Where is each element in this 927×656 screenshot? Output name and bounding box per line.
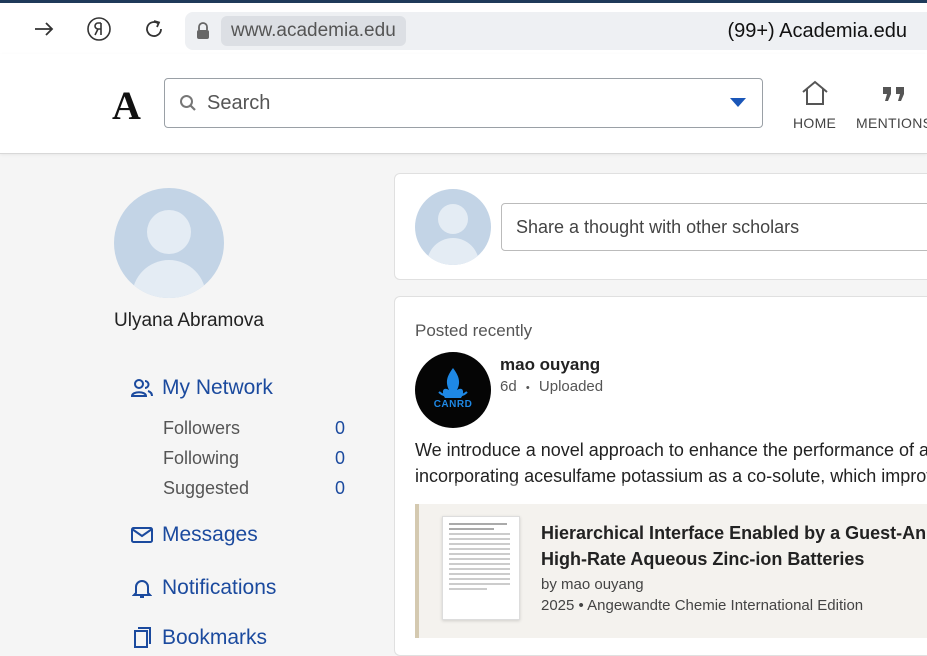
paper-attachment[interactable]: Hierarchical Interface Enabled by a Gues… — [415, 504, 927, 638]
back-arrow-icon[interactable] — [30, 15, 58, 43]
nav-home[interactable]: HOME — [793, 80, 836, 131]
site-header: A HOME MENTIONS — [0, 54, 927, 154]
post-author[interactable]: mao ouyang — [500, 355, 600, 375]
bookmark-icon — [130, 626, 154, 650]
sidebar-item-notifications[interactable]: Notifications — [130, 576, 276, 600]
address-bar[interactable]: www.academia.edu (99+) Academia.edu — [185, 12, 927, 50]
yandex-icon[interactable] — [85, 15, 113, 43]
chevron-down-icon[interactable] — [730, 98, 746, 107]
academia-logo[interactable]: A — [112, 82, 141, 129]
sidebar-item-label: Bookmarks — [162, 626, 268, 649]
post-meta: 6d • Uploaded — [500, 378, 604, 395]
paper-thumbnail[interactable] — [442, 516, 520, 620]
avatar[interactable] — [114, 188, 224, 298]
envelope-icon — [130, 523, 154, 547]
sidebar-item-label: Notifications — [162, 576, 277, 599]
url-text[interactable]: www.academia.edu — [221, 16, 406, 46]
paper-title[interactable]: Hierarchical Interface Enabled by a Gues… — [541, 520, 927, 572]
text-fade — [415, 483, 927, 497]
search-icon — [179, 94, 197, 112]
search-box[interactable] — [164, 78, 763, 128]
user-name[interactable]: Ulyana Abramova — [114, 310, 264, 332]
reload-icon[interactable] — [140, 15, 168, 43]
bell-icon — [130, 576, 154, 600]
author-avatar[interactable]: CANRD — [415, 352, 491, 428]
flame-icon — [438, 368, 468, 398]
sidebar-item-label: Messages — [162, 523, 258, 546]
quote-icon — [880, 80, 908, 109]
paper-author: by mao ouyang — [541, 576, 644, 593]
stat-following[interactable]: Following 0 — [163, 448, 345, 469]
people-icon — [130, 376, 154, 400]
share-thought-input[interactable]: Share a thought with other scholars — [501, 203, 927, 251]
page-title: (99+) Academia.edu — [727, 20, 907, 42]
browser-toolbar: www.academia.edu (99+) Academia.edu — [0, 0, 927, 54]
logo-text: CANRD — [433, 399, 473, 410]
compose-card: Share a thought with other scholars — [394, 173, 927, 280]
nav-home-label: HOME — [793, 115, 837, 131]
nav-mentions-label: MENTIONS — [856, 115, 927, 131]
home-icon — [800, 80, 830, 109]
stat-suggested[interactable]: Suggested 0 — [163, 478, 345, 499]
avatar[interactable] — [415, 189, 491, 265]
lock-icon — [195, 22, 211, 40]
sidebar-item-my-network[interactable]: My Network — [130, 376, 273, 400]
sidebar-item-bookmarks[interactable]: Bookmarks — [130, 626, 267, 650]
paper-venue: 2025 • Angewandte Chemie International E… — [541, 597, 864, 614]
sidebar-item-label: My Network — [162, 376, 273, 399]
nav-mentions[interactable]: MENTIONS — [856, 80, 927, 131]
post-card: Posted recently CANRD mao ouyang 6d • Up… — [394, 296, 927, 656]
section-label: Posted recently — [415, 321, 533, 340]
sidebar-item-messages[interactable]: Messages — [130, 523, 258, 547]
stat-followers[interactable]: Followers 0 — [163, 418, 345, 439]
search-input[interactable] — [207, 79, 707, 127]
